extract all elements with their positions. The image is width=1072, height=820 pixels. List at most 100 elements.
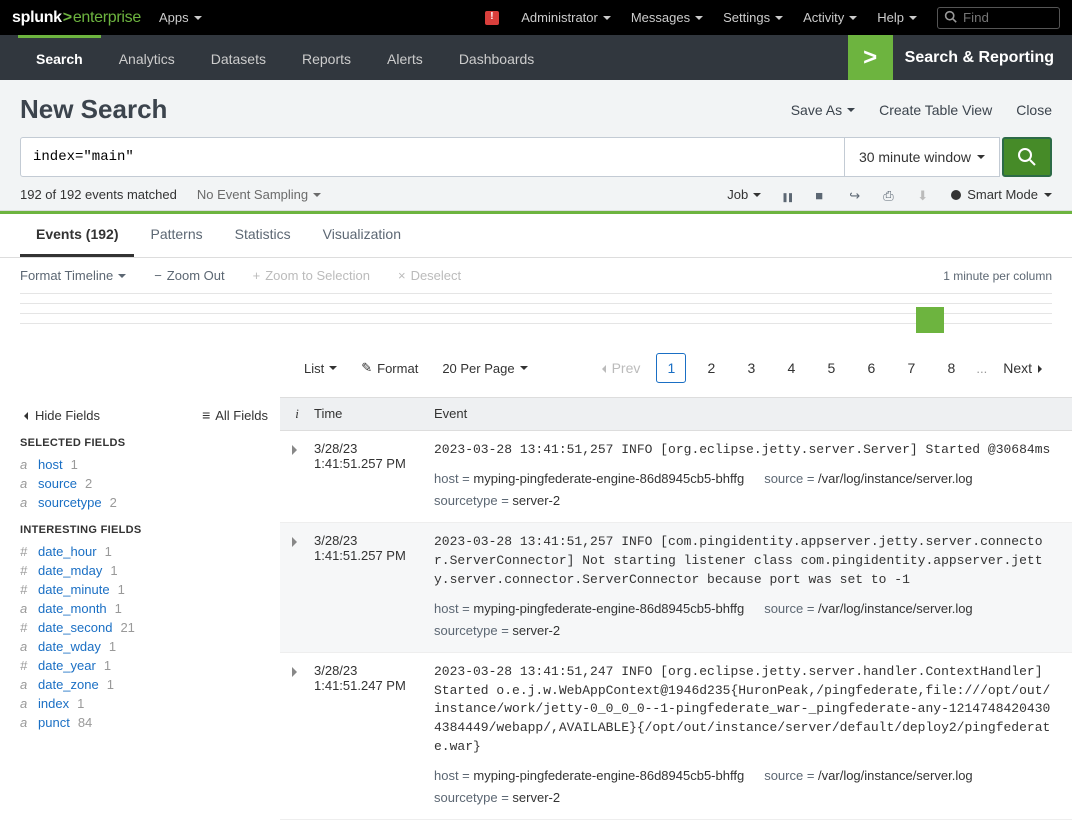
timeline-bar[interactable] — [916, 307, 944, 333]
view-mode-dropdown[interactable]: List — [304, 361, 337, 376]
create-table-view-button[interactable]: Create Table View — [879, 102, 992, 118]
pager-page-7[interactable]: 7 — [896, 353, 926, 383]
pager-next[interactable]: Next — [997, 353, 1052, 383]
event-raw[interactable]: 2023-03-28 13:41:51,257 INFO [org.eclips… — [434, 441, 1058, 460]
app-icon: > — [848, 35, 893, 80]
alert-badge-icon[interactable] — [485, 11, 499, 25]
format-timeline-dropdown[interactable]: Format Timeline — [20, 268, 126, 283]
event-row: 3/28/231:41:51.257 PM2023-03-28 13:41:51… — [280, 523, 1072, 653]
field-count: 1 — [71, 457, 78, 472]
help-menu[interactable]: Help — [877, 10, 917, 25]
list-controls-row: List Format 20 Per Page Prev 1 2 3 4 5 6… — [0, 339, 1072, 397]
event-host[interactable]: myping-pingfederate-engine-86d8945cb5-bh… — [473, 601, 744, 616]
event-source[interactable]: /var/log/instance/server.log — [818, 601, 973, 616]
event-source[interactable]: /var/log/instance/server.log — [818, 471, 973, 486]
plus-icon — [253, 268, 261, 283]
global-find[interactable] — [937, 7, 1060, 29]
pager-page-4[interactable]: 4 — [776, 353, 806, 383]
brand-logo[interactable]: splunk > enterprise — [12, 9, 141, 27]
stop-icon[interactable] — [815, 188, 829, 202]
expand-event-button[interactable] — [280, 663, 314, 809]
field-type-icon: # — [20, 563, 32, 578]
tab-analytics[interactable]: Analytics — [101, 35, 193, 80]
event-source[interactable]: /var/log/instance/server.log — [818, 768, 973, 783]
event-host[interactable]: myping-pingfederate-engine-86d8945cb5-bh… — [473, 471, 744, 486]
event-sampling-dropdown[interactable]: No Event Sampling — [197, 187, 321, 202]
job-menu[interactable]: Job — [727, 187, 761, 202]
zoom-out-button[interactable]: Zoom Out — [154, 268, 224, 283]
activity-menu[interactable]: Activity — [803, 10, 857, 25]
field-count: 1 — [105, 544, 112, 559]
tab-alerts[interactable]: Alerts — [369, 35, 441, 80]
field-item-date_second[interactable]: #date_second21 — [20, 618, 268, 637]
timeline-chart[interactable] — [20, 293, 1052, 333]
rtab-statistics[interactable]: Statistics — [219, 214, 307, 257]
pencil-icon — [361, 360, 372, 376]
field-item-date_wday[interactable]: adate_wday1 — [20, 637, 268, 656]
pager-page-1[interactable]: 1 — [656, 353, 686, 383]
run-search-button[interactable] — [1002, 137, 1052, 177]
tab-datasets[interactable]: Datasets — [193, 35, 284, 80]
pager-page-6[interactable]: 6 — [856, 353, 886, 383]
event-sourcetype[interactable]: server-2 — [512, 790, 560, 805]
all-fields-button[interactable]: All Fields — [202, 407, 268, 423]
messages-menu[interactable]: Messages — [631, 10, 703, 25]
print-icon[interactable] — [883, 188, 897, 202]
event-raw[interactable]: 2023-03-28 13:41:51,257 INFO [com.pingid… — [434, 533, 1058, 590]
field-name: index — [38, 696, 69, 711]
pause-icon[interactable] — [781, 188, 795, 202]
event-raw[interactable]: 2023-03-28 13:41:51,247 INFO [org.eclips… — [434, 663, 1058, 757]
download-icon[interactable] — [917, 188, 931, 202]
close-button[interactable]: Close — [1016, 102, 1052, 118]
brand-enterprise: enterprise — [73, 9, 141, 27]
time-range-picker[interactable]: 30 minute window — [845, 137, 1000, 177]
field-item-punct[interactable]: apunct84 — [20, 713, 268, 732]
pager-page-2[interactable]: 2 — [696, 353, 726, 383]
event-sourcetype[interactable]: server-2 — [512, 493, 560, 508]
rtab-events[interactable]: Events (192) — [20, 214, 134, 257]
tab-search[interactable]: Search — [18, 35, 101, 80]
pager-page-8[interactable]: 8 — [936, 353, 966, 383]
save-as-button[interactable]: Save As — [791, 102, 855, 118]
event-sourcetype[interactable]: server-2 — [512, 623, 560, 638]
field-item-date_hour[interactable]: #date_hour1 — [20, 542, 268, 561]
field-item-source[interactable]: asource2 — [20, 474, 268, 493]
field-item-index[interactable]: aindex1 — [20, 694, 268, 713]
search-query-input[interactable] — [20, 137, 845, 177]
field-item-date_mday[interactable]: #date_mday1 — [20, 561, 268, 580]
field-name: sourcetype — [38, 495, 102, 510]
administrator-menu[interactable]: Administrator — [521, 10, 611, 25]
format-button[interactable]: Format — [361, 360, 418, 376]
field-item-date_year[interactable]: #date_year1 — [20, 656, 268, 675]
search-mode-dropdown[interactable]: Smart Mode — [951, 187, 1052, 202]
field-item-date_zone[interactable]: adate_zone1 — [20, 675, 268, 694]
brand-chevron-icon: > — [63, 9, 72, 27]
field-item-host[interactable]: ahost1 — [20, 455, 268, 474]
field-item-date_month[interactable]: adate_month1 — [20, 599, 268, 618]
pager-page-3[interactable]: 3 — [736, 353, 766, 383]
find-input[interactable] — [963, 10, 1053, 25]
field-count: 1 — [110, 563, 117, 578]
per-page-dropdown[interactable]: 20 Per Page — [442, 361, 527, 376]
bulb-icon — [951, 190, 961, 200]
zoom-to-selection-button: Zoom to Selection — [253, 268, 370, 283]
col-time[interactable]: Time — [314, 398, 434, 430]
apps-menu[interactable]: Apps — [159, 10, 202, 25]
expand-event-button[interactable] — [280, 533, 314, 642]
pager-page-5[interactable]: 5 — [816, 353, 846, 383]
hide-fields-button[interactable]: Hide Fields — [20, 407, 100, 423]
event-host[interactable]: myping-pingfederate-engine-86d8945cb5-bh… — [473, 768, 744, 783]
settings-menu[interactable]: Settings — [723, 10, 783, 25]
tab-reports[interactable]: Reports — [284, 35, 369, 80]
field-item-sourcetype[interactable]: asourcetype2 — [20, 493, 268, 512]
event-row: 3/28/231:41:51.257 PM2023-03-28 13:41:51… — [280, 431, 1072, 523]
field-item-date_minute[interactable]: #date_minute1 — [20, 580, 268, 599]
tab-dashboards[interactable]: Dashboards — [441, 35, 553, 80]
share-icon[interactable] — [849, 188, 863, 202]
rtab-patterns[interactable]: Patterns — [134, 214, 218, 257]
close-icon — [398, 268, 406, 283]
list-icon — [202, 407, 210, 423]
expand-event-button[interactable] — [280, 441, 314, 512]
rtab-visualization[interactable]: Visualization — [307, 214, 417, 257]
field-name: date_zone — [38, 677, 99, 692]
